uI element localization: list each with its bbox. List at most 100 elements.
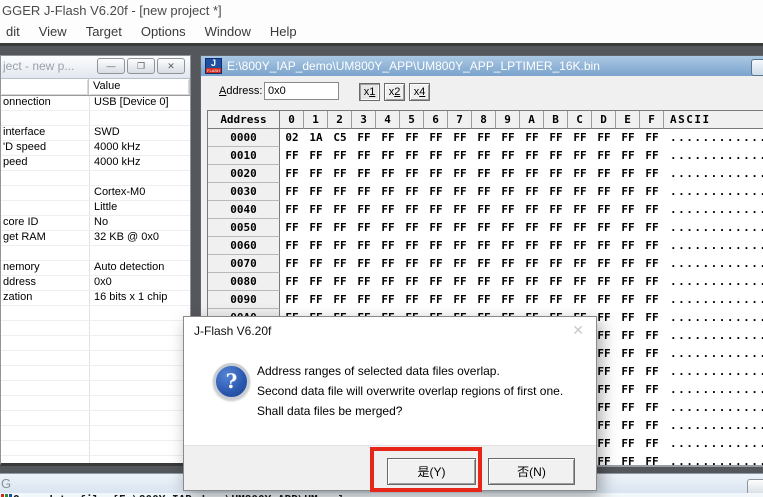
hex-byte-cell[interactable]: FF xyxy=(568,255,592,273)
hex-byte-cell[interactable]: FF xyxy=(280,165,304,183)
hex-byte-cell[interactable]: FF xyxy=(544,291,568,309)
hex-byte-cell[interactable]: FF xyxy=(304,201,328,219)
hex-byte-cell[interactable]: FF xyxy=(544,273,568,291)
column-header-name[interactable] xyxy=(1,79,89,95)
hex-byte-cell[interactable]: FF xyxy=(448,219,472,237)
hex-byte-cell[interactable]: FF xyxy=(640,345,664,363)
menu-item-help[interactable]: Help xyxy=(270,24,297,39)
hex-byte-cell[interactable]: FF xyxy=(640,399,664,417)
project-setting-row[interactable]: Cortex-M0 xyxy=(1,186,190,201)
hex-byte-cell[interactable]: FF xyxy=(424,129,448,147)
hex-byte-cell[interactable]: FF xyxy=(448,165,472,183)
hex-byte-cell[interactable]: FF xyxy=(400,237,424,255)
hex-byte-cell[interactable]: FF xyxy=(616,291,640,309)
hex-byte-cell[interactable]: FF xyxy=(280,147,304,165)
hex-byte-cell[interactable]: FF xyxy=(640,219,664,237)
hex-byte-cell[interactable]: FF xyxy=(616,255,640,273)
hex-byte-cell[interactable]: FF xyxy=(640,291,664,309)
yes-button[interactable]: 是(Y) xyxy=(387,458,476,485)
hex-byte-cell[interactable]: FF xyxy=(520,237,544,255)
hex-byte-cell[interactable]: FF xyxy=(304,183,328,201)
hex-byte-cell[interactable]: FF xyxy=(424,255,448,273)
hex-byte-cell[interactable]: FF xyxy=(328,183,352,201)
minimize-button[interactable] xyxy=(751,59,763,76)
hex-byte-cell[interactable]: FF xyxy=(424,147,448,165)
project-setting-row[interactable] xyxy=(1,456,190,466)
menu-item-view[interactable]: View xyxy=(39,24,67,39)
hex-byte-cell[interactable]: FF xyxy=(496,201,520,219)
hex-byte-cell[interactable]: FF xyxy=(640,147,664,165)
project-setting-row[interactable] xyxy=(1,441,190,456)
hex-byte-cell[interactable]: FF xyxy=(424,201,448,219)
hex-byte-cell[interactable]: FF xyxy=(520,129,544,147)
hex-byte-cell[interactable]: FF xyxy=(568,129,592,147)
hex-byte-cell[interactable]: FF xyxy=(640,237,664,255)
hex-byte-cell[interactable]: FF xyxy=(400,129,424,147)
close-button[interactable]: ✕ xyxy=(157,58,185,74)
hex-byte-cell[interactable]: FF xyxy=(592,165,616,183)
hex-byte-cell[interactable]: FF xyxy=(472,165,496,183)
hex-byte-cell[interactable]: FF xyxy=(640,309,664,327)
hex-byte-cell[interactable]: FF xyxy=(616,183,640,201)
hex-byte-cell[interactable]: FF xyxy=(592,183,616,201)
hex-byte-cell[interactable]: FF xyxy=(304,237,328,255)
restore-button[interactable]: ❐ xyxy=(127,58,155,74)
project-setting-row[interactable] xyxy=(1,171,190,186)
hex-byte-cell[interactable]: FF xyxy=(448,291,472,309)
hex-byte-cell[interactable]: 02 xyxy=(280,129,304,147)
hex-byte-cell[interactable]: 1A xyxy=(304,129,328,147)
hex-byte-cell[interactable]: FF xyxy=(352,273,376,291)
hex-byte-cell[interactable]: C5 xyxy=(328,129,352,147)
minimize-button[interactable]: — xyxy=(97,58,125,74)
project-setting-row[interactable] xyxy=(1,381,190,396)
hex-byte-cell[interactable]: FF xyxy=(640,129,664,147)
hex-byte-cell[interactable]: FF xyxy=(616,201,640,219)
hex-byte-cell[interactable]: FF xyxy=(520,147,544,165)
project-setting-row[interactable] xyxy=(1,351,190,366)
hex-byte-cell[interactable]: FF xyxy=(376,165,400,183)
hex-byte-cell[interactable]: FF xyxy=(568,147,592,165)
hex-window-titlebar[interactable]: J FLASH E:\800Y_IAP_demo\UM800Y_APP\UM80… xyxy=(201,56,763,76)
hex-byte-cell[interactable]: FF xyxy=(328,165,352,183)
hex-byte-cell[interactable]: FF xyxy=(424,165,448,183)
menu-item-window[interactable]: Window xyxy=(205,24,251,39)
hex-byte-cell[interactable]: FF xyxy=(472,219,496,237)
hex-byte-cell[interactable]: FF xyxy=(328,201,352,219)
hex-byte-cell[interactable]: FF xyxy=(496,237,520,255)
hex-byte-cell[interactable]: FF xyxy=(328,147,352,165)
hex-byte-cell[interactable]: FF xyxy=(544,219,568,237)
hex-byte-cell[interactable]: FF xyxy=(568,165,592,183)
hex-byte-cell[interactable]: FF xyxy=(640,255,664,273)
hex-byte-cell[interactable]: FF xyxy=(616,237,640,255)
project-setting-row[interactable]: interfaceSWD xyxy=(1,126,190,141)
hex-byte-cell[interactable]: FF xyxy=(544,129,568,147)
hex-byte-cell[interactable]: FF xyxy=(328,237,352,255)
hex-byte-cell[interactable]: FF xyxy=(520,183,544,201)
hex-byte-cell[interactable]: FF xyxy=(376,129,400,147)
address-input[interactable] xyxy=(264,82,339,100)
hex-byte-cell[interactable]: FF xyxy=(616,309,640,327)
hex-byte-cell[interactable]: FF xyxy=(400,219,424,237)
hex-byte-cell[interactable]: FF xyxy=(544,237,568,255)
hex-byte-cell[interactable]: FF xyxy=(568,183,592,201)
hex-byte-cell[interactable]: FF xyxy=(568,201,592,219)
hex-byte-cell[interactable]: FF xyxy=(304,219,328,237)
hex-byte-cell[interactable]: FF xyxy=(328,255,352,273)
hex-byte-cell[interactable]: FF xyxy=(544,201,568,219)
hex-byte-cell[interactable]: FF xyxy=(448,183,472,201)
hex-byte-cell[interactable]: FF xyxy=(400,147,424,165)
hex-byte-cell[interactable]: FF xyxy=(616,345,640,363)
hex-byte-cell[interactable]: FF xyxy=(400,183,424,201)
hex-byte-cell[interactable]: FF xyxy=(496,147,520,165)
project-setting-row[interactable] xyxy=(1,396,190,411)
hex-byte-cell[interactable]: FF xyxy=(592,237,616,255)
hex-byte-cell[interactable]: FF xyxy=(376,201,400,219)
hex-byte-cell[interactable]: FF xyxy=(496,219,520,237)
hex-byte-cell[interactable]: FF xyxy=(496,255,520,273)
project-setting-row[interactable]: nemoryAuto detection xyxy=(1,261,190,276)
hex-byte-cell[interactable]: FF xyxy=(352,147,376,165)
hex-byte-cell[interactable]: FF xyxy=(352,165,376,183)
project-setting-row[interactable]: core IDNo xyxy=(1,216,190,231)
project-setting-row[interactable] xyxy=(1,411,190,426)
hex-byte-cell[interactable]: FF xyxy=(352,291,376,309)
